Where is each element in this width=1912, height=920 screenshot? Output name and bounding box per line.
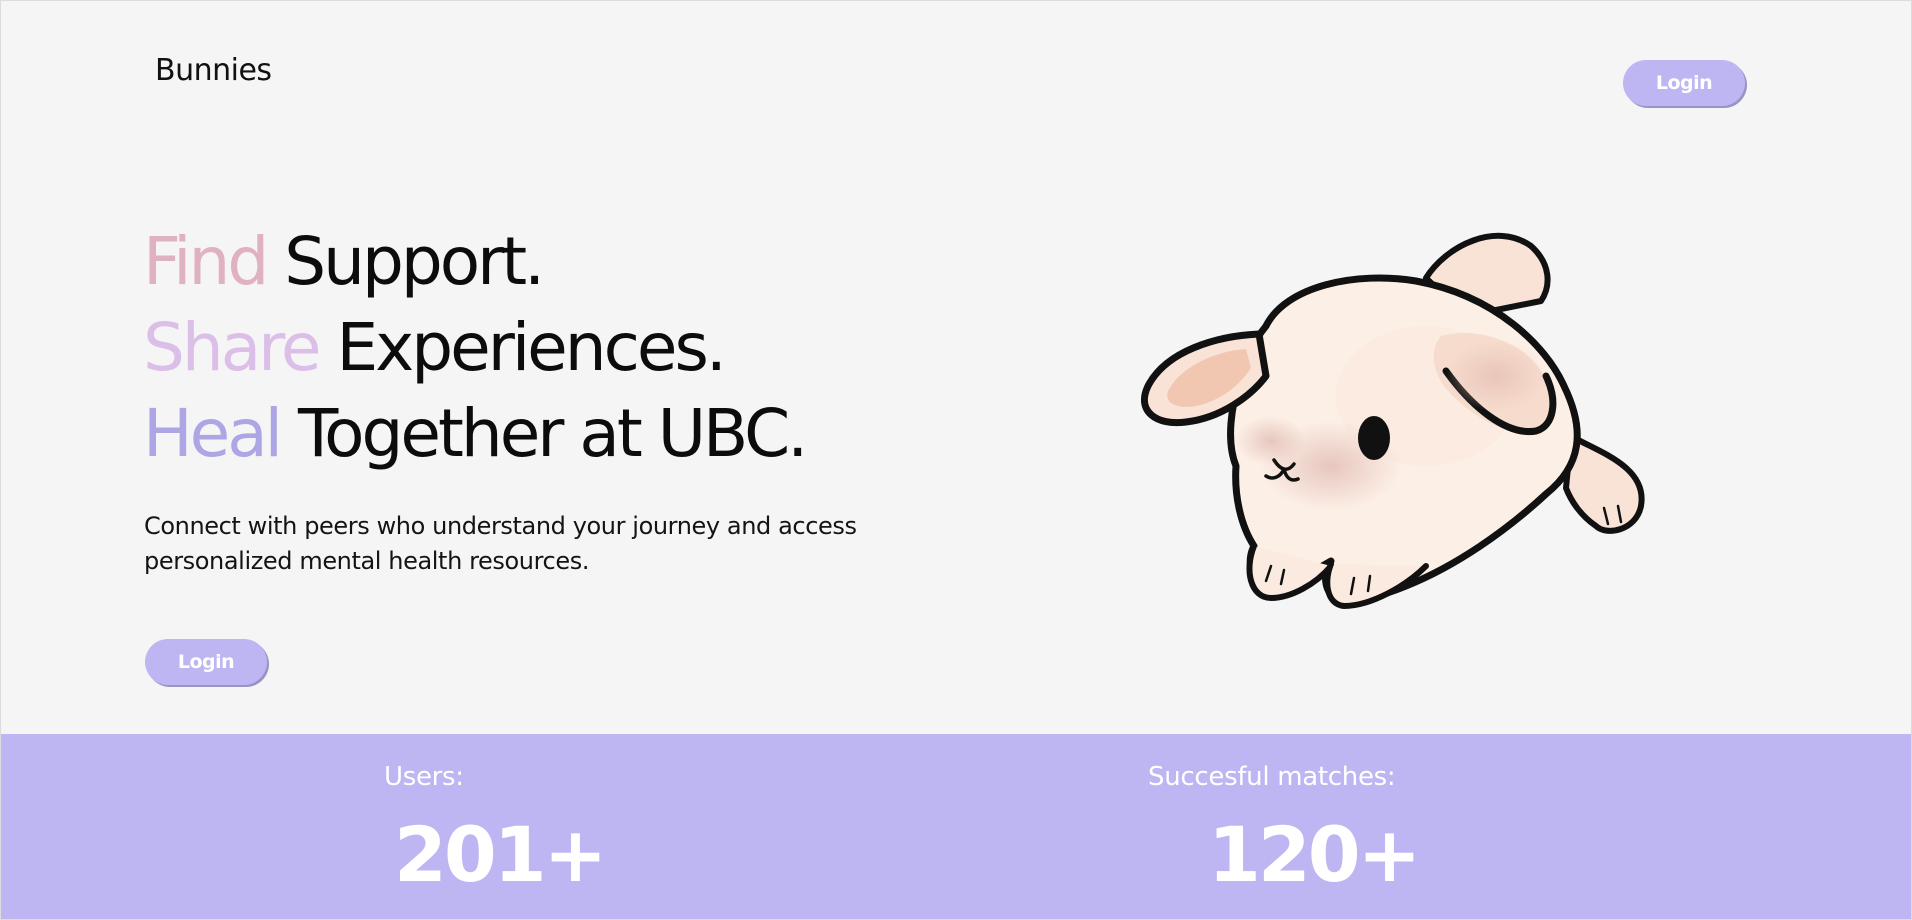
- landing-page: Bunnies Login Find Support. Share Experi…: [0, 0, 1912, 920]
- headline-rest-3: Together at UBC.: [298, 395, 808, 472]
- headline-accent-find: Find: [143, 223, 269, 300]
- hero-login-button[interactable]: Login: [145, 639, 267, 685]
- headline-accent-heal: Heal: [143, 395, 283, 472]
- hero-headline: Find Support. Share Experiences. Heal To…: [143, 219, 808, 477]
- matches-count: 120+: [1208, 810, 1421, 899]
- stats-banner: Users: 201+ Succesful matches: 120+: [1, 734, 1911, 919]
- headline-rest-1: Support.: [284, 223, 545, 300]
- headline-line-3: Heal Together at UBC.: [143, 391, 808, 477]
- headline-line-1: Find Support.: [143, 219, 805, 305]
- users-label: Users:: [384, 762, 464, 792]
- headline-line-2: Share Experiences.: [143, 305, 805, 391]
- hero-description: Connect with peers who understand your j…: [144, 512, 857, 575]
- headline-rest-2: Experiences.: [336, 309, 726, 386]
- header-login-button[interactable]: Login: [1623, 60, 1745, 106]
- brand-logo[interactable]: Bunnies: [155, 53, 272, 88]
- matches-label: Succesful matches:: [1148, 762, 1396, 792]
- headline-accent-share: Share: [143, 309, 321, 386]
- users-count: 201+: [394, 810, 607, 899]
- bunny-illustration: [1140, 232, 1645, 610]
